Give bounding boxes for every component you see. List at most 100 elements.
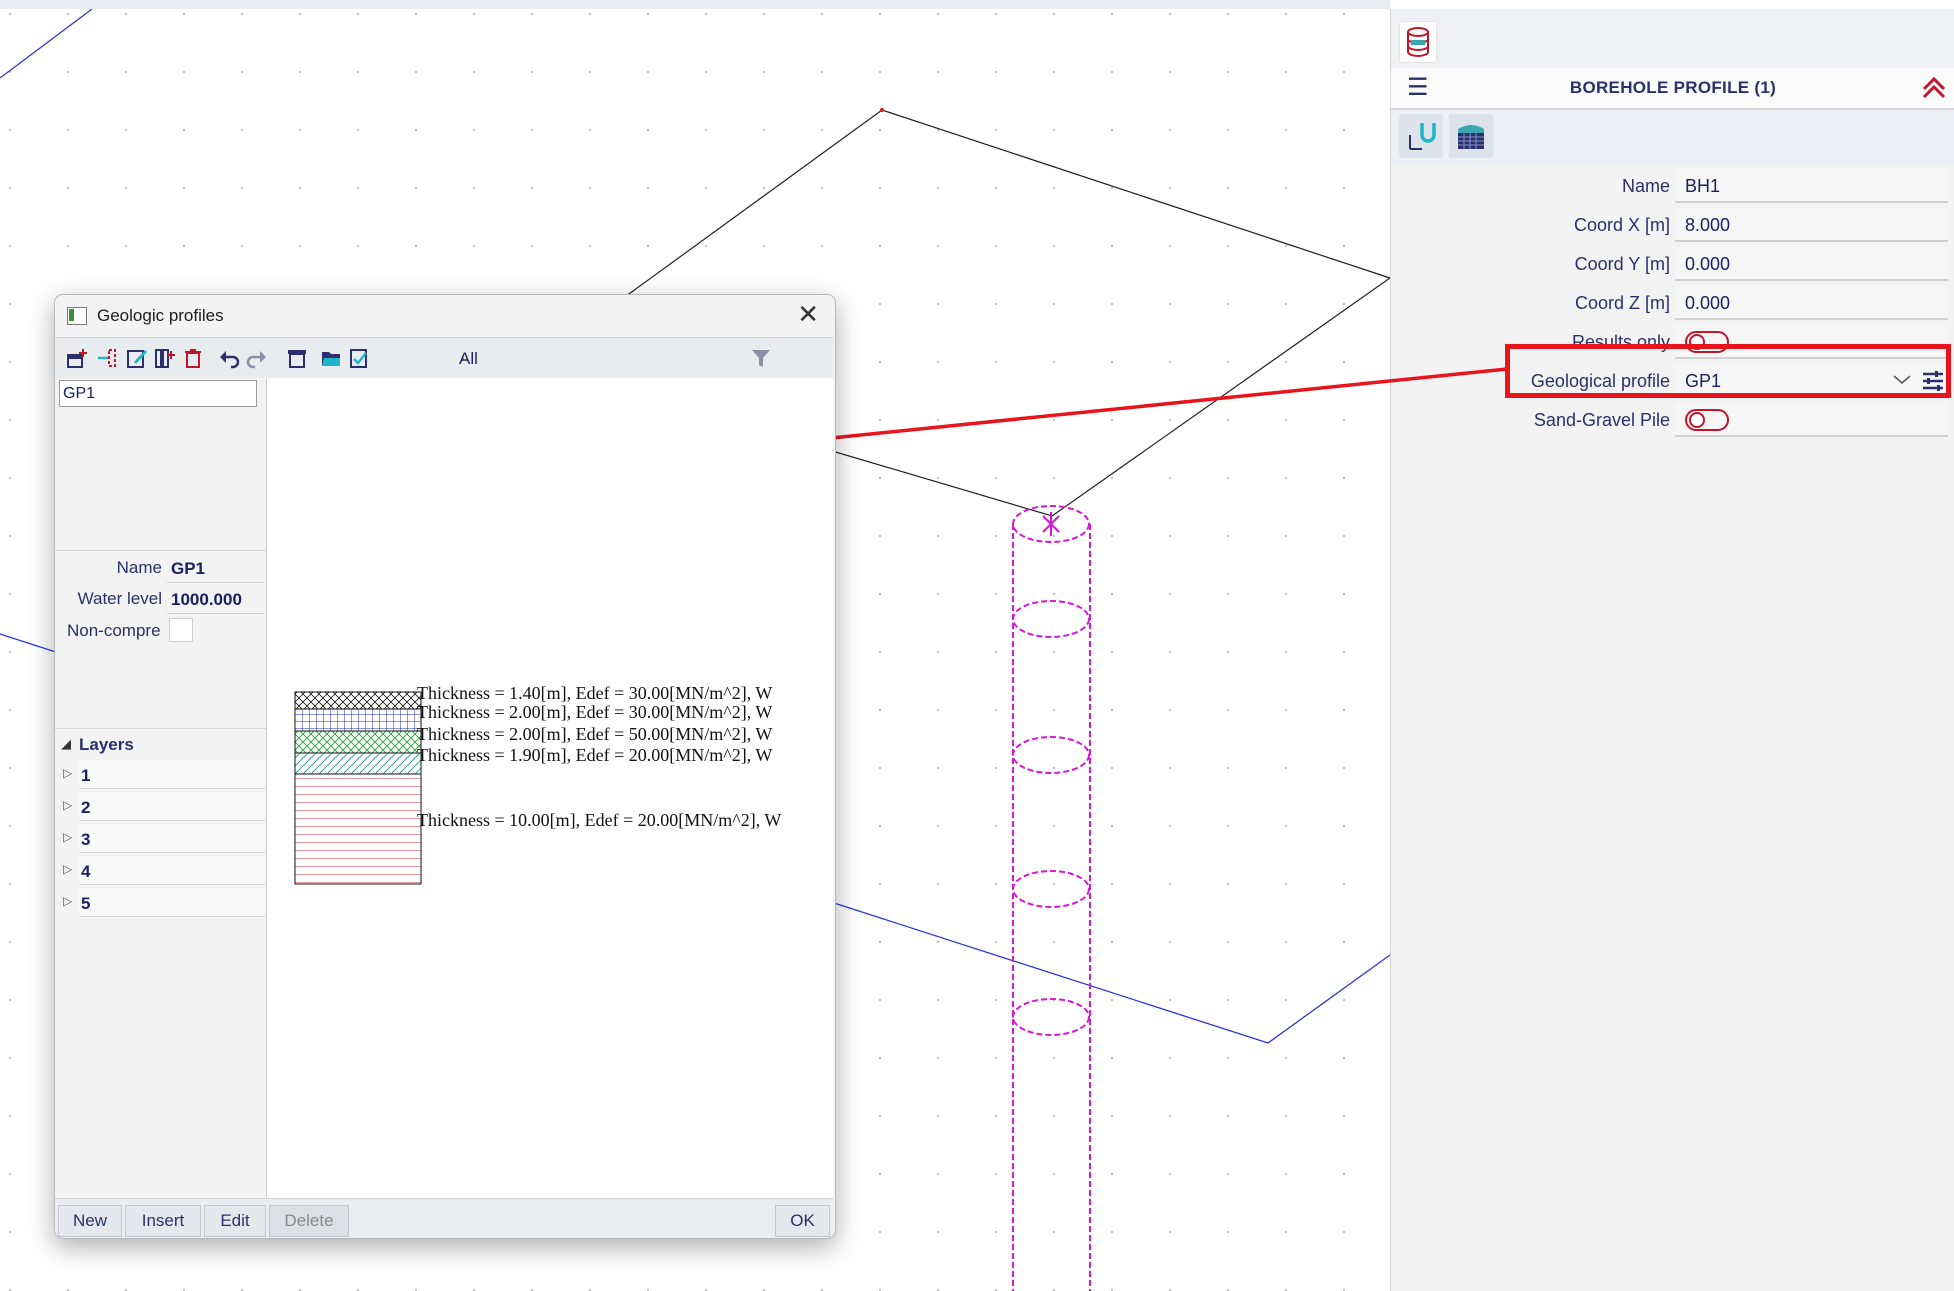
non-compressible-checkbox[interactable]: [169, 618, 193, 642]
prop-label: Name: [1621, 176, 1670, 196]
layer-number: 2: [81, 798, 91, 817]
chevron-down-icon[interactable]: ⌄: [459, 348, 739, 365]
copy-icon[interactable]: [153, 346, 177, 370]
prop-coord-x-row: Coord X [m] 8.000: [1391, 205, 1954, 243]
prop-label: Sand-Gravel Pile: [1533, 410, 1670, 430]
delete-icon[interactable]: [181, 346, 205, 370]
check-icon[interactable]: [347, 346, 371, 370]
collapse-triangle-icon[interactable]: ◢: [61, 736, 71, 752]
layer-description: Thickness = 10.00[m], Edef = 20.00[MN/m^…: [417, 810, 782, 830]
sand-gravel-pile-toggle[interactable]: [1685, 409, 1729, 431]
layer-number: 3: [81, 830, 91, 849]
profile-name-value: GP1: [171, 559, 206, 578]
prop-sand-gravel-row: Sand-Gravel Pile: [1391, 400, 1954, 438]
name-value: BH1: [1685, 176, 1721, 196]
name-field[interactable]: BH1: [1675, 169, 1948, 203]
expand-triangle-icon[interactable]: ▷: [63, 830, 72, 844]
prop-coord-y-row: Coord Y [m] 0.000: [1391, 244, 1954, 282]
sand-gravel-cell: [1675, 403, 1948, 437]
database-icon[interactable]: [1399, 21, 1437, 63]
layer-row[interactable]: ▷ 5: [55, 886, 266, 918]
soil-profile-icon[interactable]: [1449, 114, 1493, 158]
expand-triangle-icon[interactable]: ▷: [63, 766, 72, 780]
edit-button[interactable]: Edit: [204, 1205, 266, 1237]
layer-row[interactable]: ▷ 2: [55, 790, 266, 822]
double-chevron-up-icon[interactable]: [1921, 75, 1947, 101]
dialog-buttons: New Insert Edit Delete OK: [55, 1198, 833, 1238]
prop-label: Coord Z [m]: [1574, 293, 1670, 313]
panel-title: BOREHOLE PROFILE (1): [1569, 78, 1777, 97]
layer-description: Thickness = 1.90[m], Edef = 20.00[MN/m^2…: [417, 745, 773, 765]
layer-item[interactable]: 5: [79, 888, 265, 917]
coord-z-field[interactable]: 0.000: [1675, 286, 1948, 320]
water-level-value: 1000.000: [171, 590, 242, 609]
layer-item[interactable]: 2: [79, 792, 265, 821]
dialog-titlebar: Geologic profiles ✕: [55, 295, 835, 337]
water-level-row: Water level 1000.000: [55, 582, 266, 614]
dialog-title: Geologic profiles: [97, 306, 224, 325]
panel-top-bar: [1391, 9, 1954, 67]
layer-row[interactable]: ▷ 4: [55, 854, 266, 886]
insert-icon[interactable]: [95, 346, 119, 370]
layer-description: Thickness = 1.40[m], Edef = 30.00[MN/m^2…: [417, 683, 773, 703]
profile-list-label: GP1: [63, 385, 96, 402]
delete-button[interactable]: Delete: [269, 1205, 349, 1237]
soil-layer-5: [294, 773, 422, 885]
layer-item[interactable]: 3: [79, 824, 265, 853]
new-button[interactable]: New: [58, 1205, 122, 1237]
water-level-field[interactable]: 1000.000: [167, 584, 264, 614]
coord-z-value: 0.000: [1685, 293, 1731, 313]
expand-triangle-icon[interactable]: ▷: [63, 862, 72, 876]
layers-label: Layers: [79, 735, 134, 754]
profile-name-field[interactable]: GP1: [167, 553, 264, 583]
layers-header[interactable]: ◢ Layers: [55, 728, 266, 759]
new-icon[interactable]: [65, 346, 89, 370]
coord-y-value: 0.000: [1685, 254, 1731, 274]
expand-triangle-icon[interactable]: ▷: [63, 894, 72, 908]
layer-row[interactable]: ▷ 1: [55, 758, 266, 790]
expand-triangle-icon[interactable]: ▷: [63, 798, 72, 812]
non-compressible-label: Non-compre: [67, 621, 161, 640]
profiles-side-panel: GP1 Name GP1 Water level 1000.000 Non-co…: [55, 378, 267, 1198]
filter-icon[interactable]: [749, 346, 773, 370]
geologic-profiles-dialog: Geologic profiles ✕ All ⌄ GP1 Name GP1 W…: [54, 294, 836, 1239]
layer-item[interactable]: 4: [79, 856, 265, 885]
insert-button[interactable]: Insert: [125, 1205, 201, 1237]
edit-icon[interactable]: [125, 346, 149, 370]
profile-list-item[interactable]: GP1: [59, 380, 257, 407]
coord-x-field[interactable]: 8.000: [1675, 208, 1948, 242]
window-icon: [67, 307, 87, 325]
name-label: Name: [116, 558, 162, 577]
open-folder-icon[interactable]: [319, 346, 343, 370]
filter-select[interactable]: All ⌄: [445, 345, 747, 371]
library-icon[interactable]: [285, 346, 309, 370]
layer-number: 4: [81, 862, 91, 881]
soil-layer-4: [294, 752, 422, 775]
prop-coord-z-row: Coord Z [m] 0.000: [1391, 283, 1954, 321]
panel-toolbar: [1391, 110, 1954, 164]
local-axes-icon[interactable]: [1399, 114, 1443, 158]
close-icon[interactable]: ✕: [797, 301, 819, 327]
soil-layer-2: [294, 708, 422, 732]
panel-header: ☰ BOREHOLE PROFILE (1): [1391, 68, 1954, 110]
profile-preview: Thickness = 1.40[m], Edef = 30.00[MN/m^2…: [267, 378, 833, 1198]
redo-icon[interactable]: [245, 346, 269, 370]
ok-button[interactable]: OK: [775, 1205, 830, 1237]
prop-label: Coord X [m]: [1573, 215, 1670, 235]
layer-row[interactable]: ▷ 3: [55, 822, 266, 854]
properties-panel: ☰ BOREHOLE PROFILE (1) Name BH1 Coord X …: [1390, 9, 1954, 1291]
undo-icon[interactable]: [217, 346, 241, 370]
layer-number: 5: [81, 894, 91, 913]
layer-description: Thickness = 2.00[m], Edef = 50.00[MN/m^2…: [417, 724, 773, 744]
layer-number: 1: [81, 766, 91, 785]
soil-layer-1: [294, 691, 422, 710]
top-strip: [0, 0, 1390, 9]
dialog-toolbar: All ⌄: [55, 337, 833, 379]
highlight-box: [1505, 344, 1951, 398]
layer-item[interactable]: 1: [79, 760, 265, 789]
coord-y-field[interactable]: 0.000: [1675, 247, 1948, 281]
water-level-label: Water level: [77, 589, 162, 608]
soil-layer-3: [294, 730, 422, 754]
name-row: Name GP1: [55, 550, 266, 583]
prop-label: Coord Y [m]: [1574, 254, 1670, 274]
